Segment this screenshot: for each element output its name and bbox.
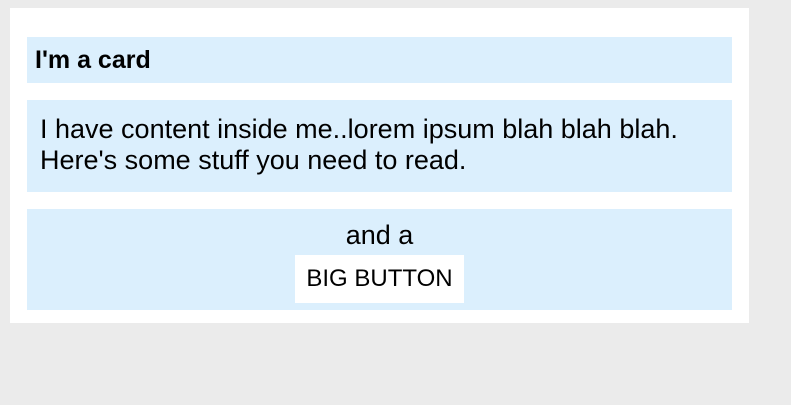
card-title: I'm a card: [35, 45, 151, 74]
card-body: I have content inside me..lorem ipsum bl…: [27, 100, 732, 192]
card-body-text: I have content inside me..lorem ipsum bl…: [40, 114, 678, 175]
footer-text: and a: [345, 220, 414, 250]
card-footer: and a BIG BUTTON: [27, 209, 732, 310]
big-button[interactable]: BIG BUTTON: [295, 255, 464, 303]
card: I'm a card I have content inside me..lor…: [10, 8, 749, 323]
card-header: I'm a card: [27, 37, 732, 83]
